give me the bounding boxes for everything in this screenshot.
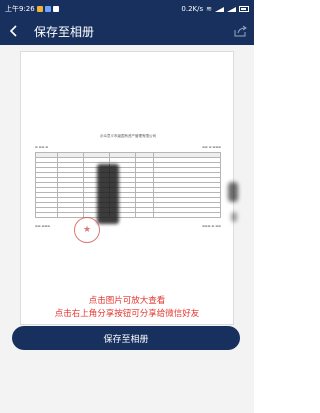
- redaction-mark-side: [228, 182, 238, 202]
- share-icon: [234, 25, 247, 37]
- chevron-left-icon: [9, 25, 17, 37]
- status-right: 0.2K/s ≋: [181, 5, 249, 13]
- footer-right-placeholder: ▬▬▬ ▬ ▬▬: [202, 224, 221, 228]
- page-title: 保存至相册: [34, 24, 95, 39]
- table-row: [34, 212, 221, 218]
- chat-icon: [52, 5, 59, 12]
- stamp-seal-icon: ★: [74, 217, 100, 243]
- meta-right-placeholder: ▬▬ ▬ ▬▬▬: [202, 145, 221, 149]
- footer-left-placeholder: ▬▬ ▬▬▬: [35, 224, 51, 228]
- redaction-mark: [97, 164, 119, 224]
- redaction-mark-side-small: [231, 212, 237, 222]
- document-title: 示众意义市级国有资产管理有限公司: [100, 134, 156, 138]
- document-table: [34, 152, 221, 218]
- status-left: 上午9:26: [5, 4, 59, 14]
- document-image[interactable]: 示众意义市级国有资产管理有限公司 ▬ ▬▬ ▬ ▬▬ ▬ ▬▬▬ ▬▬ ▬▬▬ …: [20, 51, 238, 325]
- save-to-album-button[interactable]: 保存至相册: [12, 326, 240, 350]
- navigation-bar: 保存至相册: [0, 17, 254, 45]
- hint-zoom: 点击图片可放大查看: [88, 296, 166, 306]
- battery-icon: [239, 5, 249, 12]
- message-icon: [44, 5, 51, 12]
- meta-left-placeholder: ▬ ▬▬ ▬: [35, 145, 49, 149]
- notification-dot-icon: [36, 5, 43, 12]
- document-meta: ▬ ▬▬ ▬ ▬▬ ▬ ▬▬▬: [35, 145, 221, 151]
- back-button[interactable]: [0, 17, 28, 45]
- signal-icon: [215, 6, 224, 12]
- status-time: 上午9:26: [5, 4, 35, 13]
- content-area: 示众意义市级国有资产管理有限公司 ▬ ▬▬ ▬ ▬▬ ▬ ▬▬▬ ▬▬ ▬▬▬ …: [0, 45, 254, 413]
- hint-share: 点击右上角分享按钮可分享给微信好友: [54, 309, 200, 319]
- signal-icon-2: [227, 6, 236, 12]
- share-button[interactable]: [226, 17, 254, 45]
- status-bar: 上午9:26 0.2K/s ≋: [0, 0, 254, 17]
- wifi-icon: ≋: [206, 4, 212, 13]
- network-speed: 0.2K/s: [181, 4, 204, 13]
- document-footer: ▬▬ ▬▬▬ ▬▬▬ ▬ ▬▬: [35, 224, 221, 228]
